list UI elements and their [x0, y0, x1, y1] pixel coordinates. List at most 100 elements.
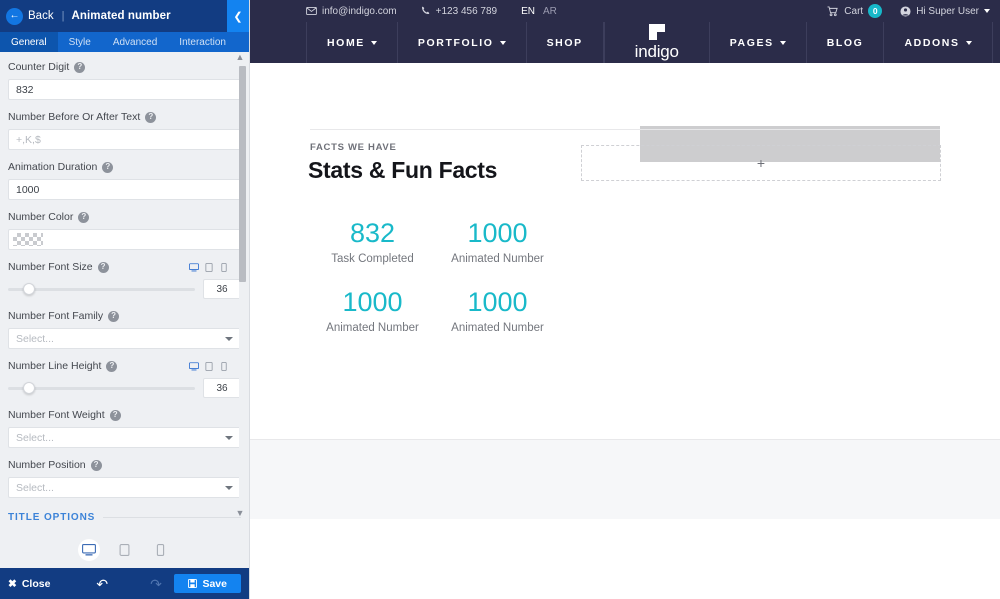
cart-label: Cart	[844, 6, 863, 17]
responsive-preview-bar	[0, 532, 249, 568]
site-utility-bar: info@indigo.com +123 456 789 EN AR Cart …	[250, 0, 1000, 22]
site-main-nav: HOME PORTFOLIO SHOP indigo	[250, 22, 1000, 63]
tab-interaction-label: Interaction	[179, 37, 226, 48]
site-logo[interactable]: indigo	[604, 22, 709, 63]
chevron-down-icon	[500, 41, 506, 45]
help-icon[interactable]: ?	[108, 311, 119, 322]
envelope-icon	[306, 7, 317, 15]
back-button[interactable]: ← Back	[6, 8, 54, 25]
number-font-weight-select[interactable]: Select...	[8, 427, 241, 448]
close-label: Close	[22, 578, 51, 590]
desktop-icon[interactable]	[189, 362, 199, 371]
x-icon: ✖	[8, 578, 17, 590]
nav-item-pages[interactable]: PAGES	[709, 22, 806, 63]
number-color-picker[interactable]	[8, 229, 241, 250]
section-title-options-label: TITLE OPTIONS	[8, 512, 95, 523]
stat-number: 1000	[310, 287, 435, 318]
contact-phone[interactable]: +123 456 789	[421, 6, 497, 17]
help-icon[interactable]: ?	[106, 361, 117, 372]
tab-advanced-label: Advanced	[113, 37, 157, 48]
section-top-divider	[310, 129, 940, 130]
label-text: Number Before Or After Text	[8, 111, 140, 123]
stat-label: Animated Number	[435, 322, 560, 334]
section-title-options[interactable]: TITLE OPTIONS	[8, 512, 241, 523]
help-icon[interactable]: ?	[102, 162, 113, 173]
before-after-text-input[interactable]	[8, 129, 241, 150]
widget-title: Animated number	[71, 10, 170, 22]
phone-text: +123 456 789	[436, 6, 497, 17]
desktop-icon	[82, 544, 96, 556]
number-position-select[interactable]: Select...	[8, 477, 241, 498]
nav-right-group: PAGES BLOG ADDONS	[709, 22, 993, 63]
slider-handle[interactable]	[23, 382, 35, 394]
scrollbar-thumb[interactable]	[239, 66, 246, 282]
tablet-icon[interactable]	[204, 263, 214, 272]
redo-button[interactable]: ↷	[150, 577, 162, 591]
stat-item[interactable]: 1000 Animated Number	[310, 287, 435, 334]
help-icon[interactable]: ?	[91, 460, 102, 471]
number-font-family-select[interactable]: Select...	[8, 328, 241, 349]
preview-desktop-button[interactable]	[78, 539, 100, 561]
cart-link[interactable]: Cart 0	[827, 4, 882, 18]
language-ar[interactable]: AR	[543, 6, 557, 17]
contact-email[interactable]: info@indigo.com	[306, 6, 397, 17]
tab-general-label: General	[11, 37, 47, 48]
scroll-down-arrow[interactable]: ▼	[233, 508, 247, 518]
language-en[interactable]: EN	[521, 6, 535, 17]
add-widget-placeholder[interactable]: +	[581, 145, 941, 181]
stat-number: 1000	[435, 218, 560, 249]
preview-tablet-button[interactable]	[114, 539, 136, 561]
nav-item-shop-label: SHOP	[547, 37, 583, 49]
help-icon[interactable]: ?	[78, 212, 89, 223]
chevron-left-icon: ❮	[233, 10, 242, 23]
cart-icon	[827, 6, 839, 17]
preview-mobile-button[interactable]	[150, 539, 172, 561]
help-icon[interactable]: ?	[74, 62, 85, 73]
tab-advanced[interactable]: Advanced	[102, 32, 168, 52]
scroll-up-arrow[interactable]: ▲	[233, 52, 247, 62]
nav-item-portfolio[interactable]: PORTFOLIO	[397, 22, 526, 63]
slider-handle[interactable]	[23, 283, 35, 295]
mobile-icon[interactable]	[219, 362, 229, 371]
desktop-icon[interactable]	[189, 263, 199, 272]
nav-left-group: HOME PORTFOLIO SHOP	[306, 22, 604, 63]
stat-item[interactable]: 1000 Animated Number	[435, 287, 560, 334]
number-line-height-value[interactable]	[203, 378, 241, 398]
number-font-size-slider[interactable]	[8, 281, 195, 297]
field-number-color-label: Number Color ?	[8, 210, 241, 224]
site-preview: info@indigo.com +123 456 789 EN AR Cart …	[250, 0, 1000, 599]
nav-item-blog-label: BLOG	[827, 37, 864, 49]
nav-item-addons[interactable]: ADDONS	[883, 22, 992, 63]
number-line-height-slider[interactable]	[8, 380, 195, 396]
sidebar-header: ← Back | Animated number ❮	[0, 0, 249, 32]
label-text: Counter Digit	[8, 61, 69, 73]
label-text: Number Color	[8, 211, 73, 223]
undo-button[interactable]: ↶	[96, 577, 108, 591]
close-button[interactable]: ✖ Close	[8, 578, 50, 590]
chevron-down-icon	[225, 486, 233, 490]
mobile-icon	[156, 544, 165, 556]
help-icon[interactable]: ?	[110, 410, 121, 421]
tab-style[interactable]: Style	[58, 32, 102, 52]
phone-icon	[421, 6, 431, 16]
mobile-icon[interactable]	[219, 263, 229, 272]
number-font-size-value[interactable]	[203, 279, 241, 299]
help-icon[interactable]: ?	[145, 112, 156, 123]
nav-item-home[interactable]: HOME	[306, 22, 397, 63]
user-menu[interactable]: Hi Super User	[900, 6, 990, 17]
save-button[interactable]: Save	[174, 574, 241, 593]
field-animation-duration: Animation Duration ?	[8, 160, 241, 200]
stat-item[interactable]: 832 Task Completed	[310, 218, 435, 265]
field-number-font-weight-label: Number Font Weight ?	[8, 408, 241, 422]
sidebar-footer-toolbar: ✖ Close ↶ ↷ Save	[0, 568, 249, 599]
counter-digit-input[interactable]	[8, 79, 241, 100]
collapse-panel-button[interactable]: ❮	[227, 0, 249, 32]
stat-item[interactable]: 1000 Animated Number	[435, 218, 560, 265]
nav-item-blog[interactable]: BLOG	[806, 22, 884, 63]
nav-item-shop[interactable]: SHOP	[526, 22, 604, 63]
tab-interaction[interactable]: Interaction	[168, 32, 237, 52]
tab-general[interactable]: General	[0, 32, 58, 52]
help-icon[interactable]: ?	[98, 262, 109, 273]
tablet-icon[interactable]	[204, 362, 214, 371]
animation-duration-input[interactable]	[8, 179, 241, 200]
